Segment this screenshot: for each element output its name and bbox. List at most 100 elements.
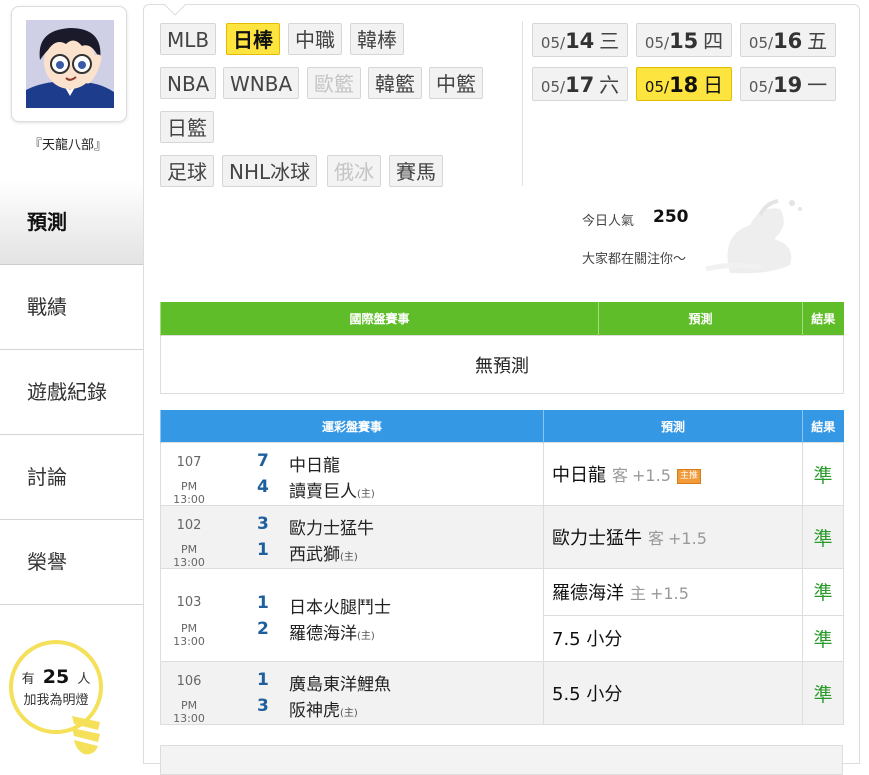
date-0519[interactable]: 05/19 一 xyxy=(740,67,836,101)
lottery-header-result: 結果 xyxy=(802,410,844,443)
date-0518[interactable]: 05/18 日 xyxy=(636,67,732,101)
game-time: PM 13:00 xyxy=(173,699,205,725)
prediction-side: 客 xyxy=(648,529,665,548)
sidebar: 『天龍八部』 預測 戰績 遊戲紀錄 討論 榮譽 有 25 人 加我為明燈 xyxy=(0,0,143,762)
home-mark: (主) xyxy=(340,552,358,563)
game-cell: 107 PM 13:00 7 4 中日龍 讀賣巨人(主) xyxy=(160,442,544,506)
featured-pick-badge: 主推 xyxy=(676,468,701,484)
no-prediction-text: 無預測 xyxy=(160,335,844,394)
sidebar-item-record[interactable]: 戰績 xyxy=(0,265,143,350)
result-cell: 準 xyxy=(802,661,844,725)
username: 『天龍八部』 xyxy=(28,138,107,153)
away-team[interactable]: 廣島東洋鯉魚 xyxy=(289,670,391,695)
date-0515[interactable]: 05/15 四 xyxy=(636,23,732,57)
home-score: 3 xyxy=(257,696,269,716)
sport-nhl[interactable]: NHL冰球 xyxy=(222,155,318,187)
intl-header-result: 結果 xyxy=(802,302,844,336)
away-score: 1 xyxy=(257,593,269,613)
filter-divider xyxy=(522,21,523,186)
popularity-count: 250 xyxy=(653,207,689,227)
prediction-side: 主 xyxy=(630,583,647,603)
sidebar-menu: 預測 戰績 遊戲紀錄 討論 榮譽 xyxy=(0,180,143,605)
sidebar-item-label: 討論 xyxy=(27,465,67,489)
sidebar-item-label: 榮譽 xyxy=(27,550,67,574)
game-cell: 103 PM 13:00 1 2 日本火腿鬥士 羅德海洋(主) xyxy=(160,568,544,662)
sidebar-item-game-log[interactable]: 遊戲紀錄 xyxy=(0,350,143,435)
sport-soccer[interactable]: 足球 xyxy=(160,155,214,187)
avatar[interactable] xyxy=(26,20,114,108)
date-0514[interactable]: 05/14 三 xyxy=(532,23,628,57)
game-row: 102 PM 13:00 3 1 歐力士猛牛 西武獅(主) 歐力士猛牛客 +1.5… xyxy=(160,505,844,569)
away-team[interactable]: 歐力士猛牛 xyxy=(289,514,374,539)
game-number: 102 xyxy=(176,518,202,533)
game-cell: 106 PM 13:00 1 3 廣島東洋鯉魚 阪神虎(主) xyxy=(160,661,544,725)
sidebar-item-label: 預測 xyxy=(27,210,67,234)
prediction-line: +1.5 xyxy=(632,466,671,485)
sport-horse-racing[interactable]: 賽馬 xyxy=(389,155,443,187)
prediction-side: 客 xyxy=(612,466,629,485)
prediction-pick: 5.5 小分 xyxy=(552,684,623,705)
sport-kbl[interactable]: 韓籃 xyxy=(368,67,422,99)
sport-nba[interactable]: NBA xyxy=(160,67,217,99)
prediction-line: +1.5 xyxy=(668,529,707,548)
game-number: 107 xyxy=(176,455,202,470)
popularity-label: 今日人氣 xyxy=(582,214,635,229)
prediction-cell: 羅德海洋主 +1.5 xyxy=(543,568,803,616)
home-score: 4 xyxy=(257,477,269,497)
prediction-pick: 7.5 小分 xyxy=(552,629,623,651)
date-0516[interactable]: 05/16 五 xyxy=(740,23,836,57)
main-panel: MLB 日棒 中職 韓棒 NBA WNBA 歐籃 韓籃 中籃 日籃 足球 NHL… xyxy=(143,4,860,775)
prediction-pick: 歐力士猛牛 xyxy=(552,528,642,549)
result-cell: 準 xyxy=(802,568,844,616)
home-team[interactable]: 讀賣巨人 xyxy=(289,482,357,502)
prediction-line: +1.5 xyxy=(650,583,689,603)
result-cell: 準 xyxy=(802,442,844,506)
away-team[interactable]: 中日龍 xyxy=(289,451,340,476)
sidebar-item-label: 戰績 xyxy=(27,295,67,319)
mascot-icon xyxy=(705,199,802,274)
sport-cpbl[interactable]: 中職 xyxy=(288,23,342,55)
home-team[interactable]: 羅德海洋 xyxy=(289,624,357,644)
game-time: PM 13:00 xyxy=(173,543,205,569)
sidebar-item-prediction[interactable]: 預測 xyxy=(0,180,143,265)
avatar-frame xyxy=(11,6,127,122)
prediction-cell: 7.5 小分 xyxy=(543,614,803,662)
sport-wnba[interactable]: WNBA xyxy=(223,67,300,99)
prediction-cell: 中日龍客 +1.5 主推 xyxy=(543,442,803,506)
home-mark: (主) xyxy=(340,708,358,719)
prediction-pick: 羅德海洋 xyxy=(552,582,624,604)
fans-caption: 加我為明燈 xyxy=(23,693,89,708)
game-row: 103 PM 13:00 1 2 日本火腿鬥士 羅德海洋(主) 羅德海洋主 +1.… xyxy=(160,568,844,662)
game-number: 103 xyxy=(176,595,202,610)
prediction-cell: 歐力士猛牛客 +1.5 xyxy=(543,505,803,569)
home-team[interactable]: 西武獅 xyxy=(289,545,340,565)
fans-suffix: 人 xyxy=(77,672,91,687)
sport-khl: 俄冰 xyxy=(327,155,381,187)
home-team[interactable]: 阪神虎 xyxy=(289,701,340,721)
sport-kbo[interactable]: 韓棒 xyxy=(350,23,404,55)
sidebar-item-discussion[interactable]: 討論 xyxy=(0,435,143,520)
game-row: 107 PM 13:00 7 4 中日龍 讀賣巨人(主) 中日龍客 +1.5 主推 … xyxy=(160,442,844,506)
fans-prefix: 有 xyxy=(21,672,35,687)
sport-mlb[interactable]: MLB xyxy=(160,23,217,55)
lottery-prediction-table: 運彩盤賽事 預測 結果 107 PM 13:00 7 4 中日龍 讀賣巨人(主) xyxy=(160,410,844,725)
avatar-cartoon-icon xyxy=(26,20,114,108)
away-score: 3 xyxy=(257,514,269,534)
fans-count: 25 xyxy=(42,666,70,688)
sport-sbl[interactable]: 中籃 xyxy=(429,67,483,99)
sport-bleague[interactable]: 日籃 xyxy=(160,111,214,143)
result-cell: 準 xyxy=(802,505,844,569)
prediction-pick: 中日龍 xyxy=(552,465,606,486)
sidebar-item-label: 遊戲紀錄 xyxy=(27,380,107,404)
lottery-header-event: 運彩盤賽事 xyxy=(160,410,544,443)
popularity-caption: 大家都在關注你～ xyxy=(582,252,687,267)
intl-header-event: 國際盤賽事 xyxy=(160,302,599,336)
home-mark: (主) xyxy=(357,489,375,500)
sidebar-item-honor[interactable]: 榮譽 xyxy=(0,520,143,605)
comment-bar[interactable] xyxy=(160,745,843,775)
away-team[interactable]: 日本火腿鬥士 xyxy=(289,593,391,618)
sport-npb[interactable]: 日棒 xyxy=(226,23,280,55)
date-0517[interactable]: 05/17 六 xyxy=(532,67,628,101)
away-score: 7 xyxy=(257,451,269,471)
home-score: 2 xyxy=(257,619,269,639)
